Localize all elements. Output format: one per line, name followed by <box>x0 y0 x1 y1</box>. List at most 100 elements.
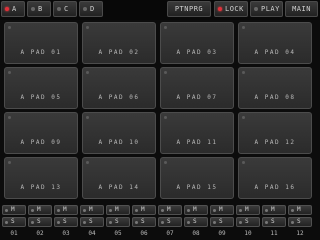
solo-button[interactable]: S <box>158 217 182 227</box>
pad-label: A PAD 06 <box>98 94 140 101</box>
solo-button[interactable]: S <box>54 217 78 227</box>
solo-button[interactable]: S <box>262 217 286 227</box>
mute-button[interactable]: M <box>210 205 234 215</box>
solo-button[interactable]: S <box>106 217 130 227</box>
mute-led-icon <box>187 209 190 212</box>
pad-label: A PAD 16 <box>254 184 296 191</box>
channel-number: 03 <box>62 230 70 237</box>
solo-button[interactable]: S <box>80 217 104 227</box>
bank-b-button[interactable]: B <box>27 1 51 17</box>
pad-12[interactable]: A PAD 12 <box>238 112 312 154</box>
mute-button[interactable]: M <box>288 205 312 215</box>
main-button[interactable]: MAIN <box>285 1 318 17</box>
mute-button[interactable]: M <box>106 205 130 215</box>
channel-strip: M S 11 <box>262 205 286 240</box>
mute-label: M <box>141 206 145 213</box>
lock-label: LOCK <box>225 5 244 13</box>
channel-strip: M S 12 <box>288 205 312 240</box>
solo-led-icon <box>5 221 8 224</box>
mute-button[interactable]: M <box>2 205 26 215</box>
solo-button[interactable]: S <box>28 217 52 227</box>
channel-number: 04 <box>88 230 96 237</box>
pad-label: A PAD 05 <box>20 94 62 101</box>
bank-c-button[interactable]: C <box>53 1 77 17</box>
pad-07[interactable]: A PAD 07 <box>160 67 234 109</box>
mute-button[interactable]: M <box>28 205 52 215</box>
pad-13[interactable]: A PAD 13 <box>4 157 78 199</box>
solo-button[interactable]: S <box>210 217 234 227</box>
pad-16[interactable]: A PAD 16 <box>238 157 312 199</box>
solo-label: S <box>11 218 15 225</box>
solo-led-icon <box>239 221 242 224</box>
mute-label: M <box>37 206 41 213</box>
mute-label: M <box>89 206 93 213</box>
solo-button[interactable]: S <box>288 217 312 227</box>
pad-04[interactable]: A PAD 04 <box>238 22 312 64</box>
solo-led-icon <box>31 221 34 224</box>
channel-number: 11 <box>270 230 278 237</box>
mute-label: M <box>245 206 249 213</box>
pad-05[interactable]: A PAD 05 <box>4 67 78 109</box>
mute-button[interactable]: M <box>158 205 182 215</box>
ptnprg-button[interactable]: PTNPRG <box>167 1 211 17</box>
bank-b-led-icon <box>31 7 35 11</box>
solo-button[interactable]: S <box>2 217 26 227</box>
pad-led-icon <box>8 26 11 29</box>
pad-14[interactable]: A PAD 14 <box>82 157 156 199</box>
solo-led-icon <box>291 221 294 224</box>
solo-led-icon <box>83 221 86 224</box>
solo-led-icon <box>57 221 60 224</box>
channel-strip: M S 06 <box>132 205 156 240</box>
bank-a-button[interactable]: A <box>1 1 25 17</box>
pad-15[interactable]: A PAD 15 <box>160 157 234 199</box>
pad-08[interactable]: A PAD 08 <box>238 67 312 109</box>
mute-button[interactable]: M <box>54 205 78 215</box>
mute-button[interactable]: M <box>132 205 156 215</box>
pad-03[interactable]: A PAD 03 <box>160 22 234 64</box>
bank-d-label: D <box>90 5 95 13</box>
solo-label: S <box>37 218 41 225</box>
pad-10[interactable]: A PAD 10 <box>82 112 156 154</box>
mute-button[interactable]: M <box>80 205 104 215</box>
mute-led-icon <box>31 209 34 212</box>
solo-label: S <box>89 218 93 225</box>
play-label: PLAY <box>261 5 280 13</box>
bank-b-label: B <box>38 5 43 13</box>
pad-02[interactable]: A PAD 02 <box>82 22 156 64</box>
channel-number: 01 <box>10 230 18 237</box>
channel-number: 07 <box>166 230 174 237</box>
mute-button[interactable]: M <box>236 205 260 215</box>
ptnprg-label: PTNPRG <box>174 5 204 13</box>
pad-led-icon <box>86 161 89 164</box>
pad-label: A PAD 01 <box>20 49 62 56</box>
channel-number: 02 <box>36 230 44 237</box>
solo-button[interactable]: S <box>236 217 260 227</box>
mute-button[interactable]: M <box>262 205 286 215</box>
solo-led-icon <box>265 221 268 224</box>
pad-label: A PAD 03 <box>176 49 218 56</box>
play-led-icon <box>254 7 258 11</box>
play-button[interactable]: PLAY <box>250 1 283 17</box>
solo-button[interactable]: S <box>132 217 156 227</box>
mute-led-icon <box>57 209 60 212</box>
pad-01[interactable]: A PAD 01 <box>4 22 78 64</box>
pad-label: A PAD 10 <box>98 139 140 146</box>
pad-led-icon <box>164 161 167 164</box>
bank-d-led-icon <box>83 7 87 11</box>
solo-button[interactable]: S <box>184 217 208 227</box>
mute-button[interactable]: M <box>184 205 208 215</box>
pad-label: A PAD 15 <box>176 184 218 191</box>
pad-led-icon <box>8 116 11 119</box>
lock-button[interactable]: LOCK <box>214 1 248 17</box>
solo-label: S <box>63 218 67 225</box>
pad-06[interactable]: A PAD 06 <box>82 67 156 109</box>
pad-led-icon <box>8 161 11 164</box>
pad-09[interactable]: A PAD 09 <box>4 112 78 154</box>
bank-d-button[interactable]: D <box>79 1 103 17</box>
pad-11[interactable]: A PAD 11 <box>160 112 234 154</box>
mute-led-icon <box>109 209 112 212</box>
mute-label: M <box>63 206 67 213</box>
mute-label: M <box>297 206 301 213</box>
mute-label: M <box>11 206 15 213</box>
top-toolbar: A B C D PTNPRG LOCK PLAY MAIN <box>0 0 320 20</box>
